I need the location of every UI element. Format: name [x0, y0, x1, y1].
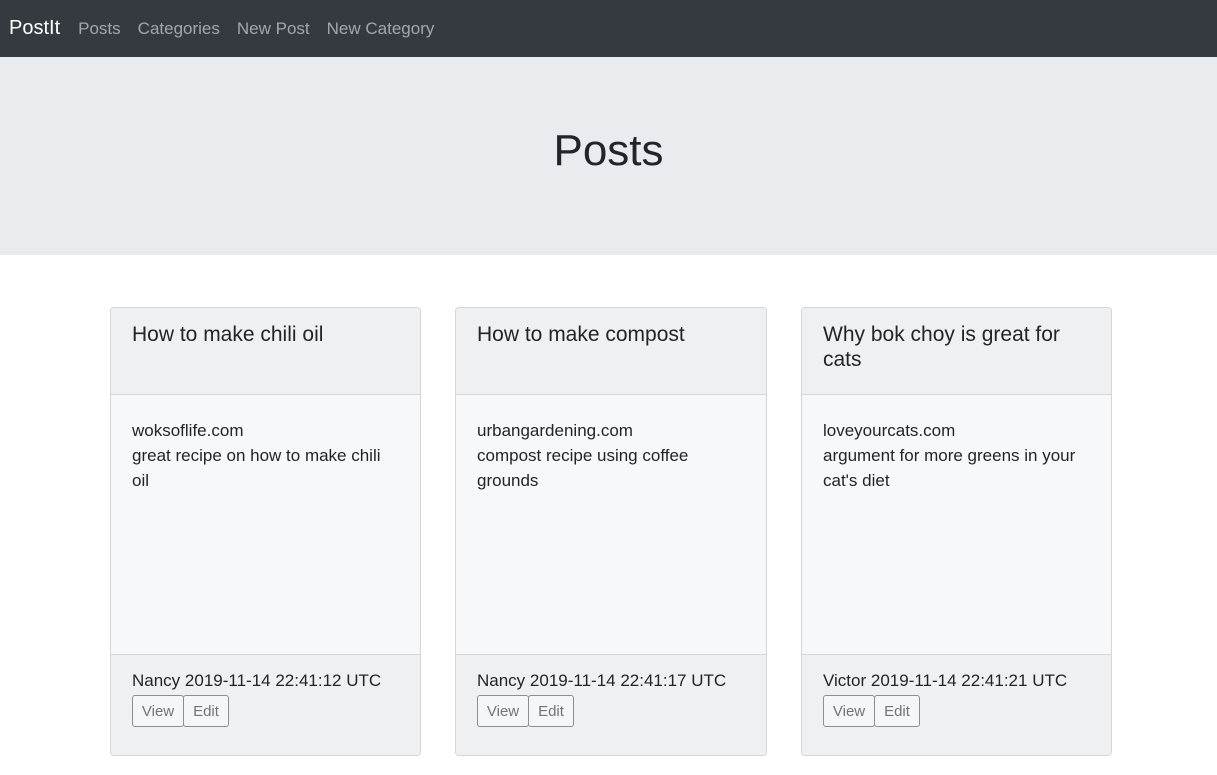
- post-card: How to make chili oil woksoflife.com gre…: [110, 307, 421, 756]
- page-title: Posts: [553, 126, 664, 175]
- card-body: loveyourcats.com argument for more green…: [802, 395, 1111, 655]
- card-body: urbangardening.com compost recipe using …: [456, 395, 766, 655]
- post-url: woksoflife.com: [132, 421, 244, 440]
- post-description: argument for more greens in your cat's d…: [823, 446, 1076, 490]
- view-button[interactable]: View: [477, 695, 529, 727]
- edit-button[interactable]: Edit: [528, 695, 574, 727]
- card-footer: Nancy 2019-11-14 22:41:12 UTC View Edit: [111, 655, 420, 755]
- button-group: View Edit: [132, 695, 399, 727]
- post-description: great recipe on how to make chili oil: [132, 446, 381, 490]
- nav-link-new-post[interactable]: New Post: [237, 19, 310, 39]
- button-group: View Edit: [823, 695, 1090, 727]
- post-card: Why bok choy is great for cats loveyourc…: [801, 307, 1112, 756]
- brand-link[interactable]: PostIt: [9, 17, 60, 40]
- post-title: How to make compost: [477, 323, 685, 346]
- edit-button[interactable]: Edit: [874, 695, 920, 727]
- nav-link-new-category[interactable]: New Category: [327, 19, 435, 39]
- navbar: PostIt Posts Categories New Post New Cat…: [0, 0, 1217, 57]
- card-body: woksoflife.com great recipe on how to ma…: [111, 395, 420, 655]
- post-description: compost recipe using coffee grounds: [477, 446, 689, 490]
- post-card: How to make compost urbangardening.com c…: [455, 307, 767, 756]
- card-footer: Nancy 2019-11-14 22:41:17 UTC View Edit: [456, 655, 766, 755]
- post-meta: Nancy 2019-11-14 22:41:12 UTC: [132, 671, 382, 690]
- post-url: urbangardening.com: [477, 421, 633, 440]
- card-header: Why bok choy is great for cats: [802, 308, 1111, 395]
- jumbotron: Posts: [0, 57, 1217, 255]
- nav-link-categories[interactable]: Categories: [138, 19, 220, 39]
- card-header: How to make chili oil: [111, 308, 420, 395]
- nav-link-posts[interactable]: Posts: [78, 19, 121, 39]
- button-group: View Edit: [477, 695, 745, 727]
- post-meta: Nancy 2019-11-14 22:41:17 UTC: [477, 671, 727, 690]
- post-title: How to make chili oil: [132, 323, 324, 346]
- post-title: Why bok choy is great for cats: [823, 323, 1060, 371]
- post-meta: Victor 2019-11-14 22:41:21 UTC: [823, 671, 1068, 690]
- view-button[interactable]: View: [823, 695, 875, 727]
- post-card-list: How to make chili oil woksoflife.com gre…: [110, 307, 1112, 756]
- view-button[interactable]: View: [132, 695, 184, 727]
- post-url: loveyourcats.com: [823, 421, 956, 440]
- card-header: How to make compost: [456, 308, 766, 395]
- card-footer: Victor 2019-11-14 22:41:21 UTC View Edit: [802, 655, 1111, 755]
- edit-button[interactable]: Edit: [183, 695, 229, 727]
